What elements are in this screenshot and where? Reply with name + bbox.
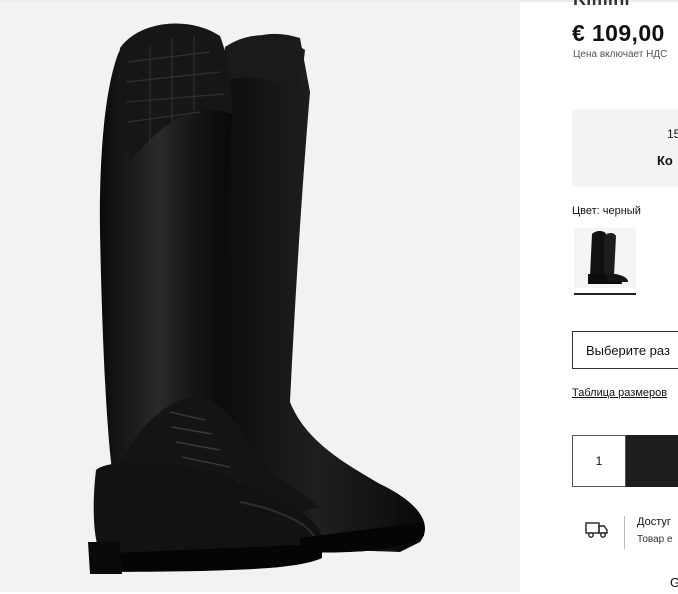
color-swatch-black[interactable] [574,228,636,288]
bottom-partial-text: G [670,575,678,590]
black-riding-boots-thumbnail [588,231,628,284]
product-image[interactable] [0,2,520,592]
delivery-truck-icon [585,520,609,540]
product-price: € 109,00 [572,20,665,46]
delivery-title: Достуг [637,516,671,528]
size-select[interactable]: Выберите раз [572,331,678,369]
riding-boots-photo [88,23,426,574]
promo-box: 15 Ко [572,109,678,187]
size-select-label: Выберите раз [586,342,670,358]
swatch-selected-indicator [574,293,636,295]
quantity-field[interactable]: 1 [572,435,626,487]
product-title: Kimini [573,0,630,10]
promo-text: 15 [667,127,678,141]
quantity-value: 1 [595,454,603,468]
delivery-divider [624,516,625,549]
add-to-cart-button[interactable] [626,435,678,487]
color-label: Цвет: черный [572,205,641,217]
promo-code: Ко [657,153,673,168]
delivery-subtitle: Товар е [637,534,673,545]
size-table-link[interactable]: Таблица размеров [572,387,667,399]
vat-note: Цена включает НДС [573,49,668,60]
